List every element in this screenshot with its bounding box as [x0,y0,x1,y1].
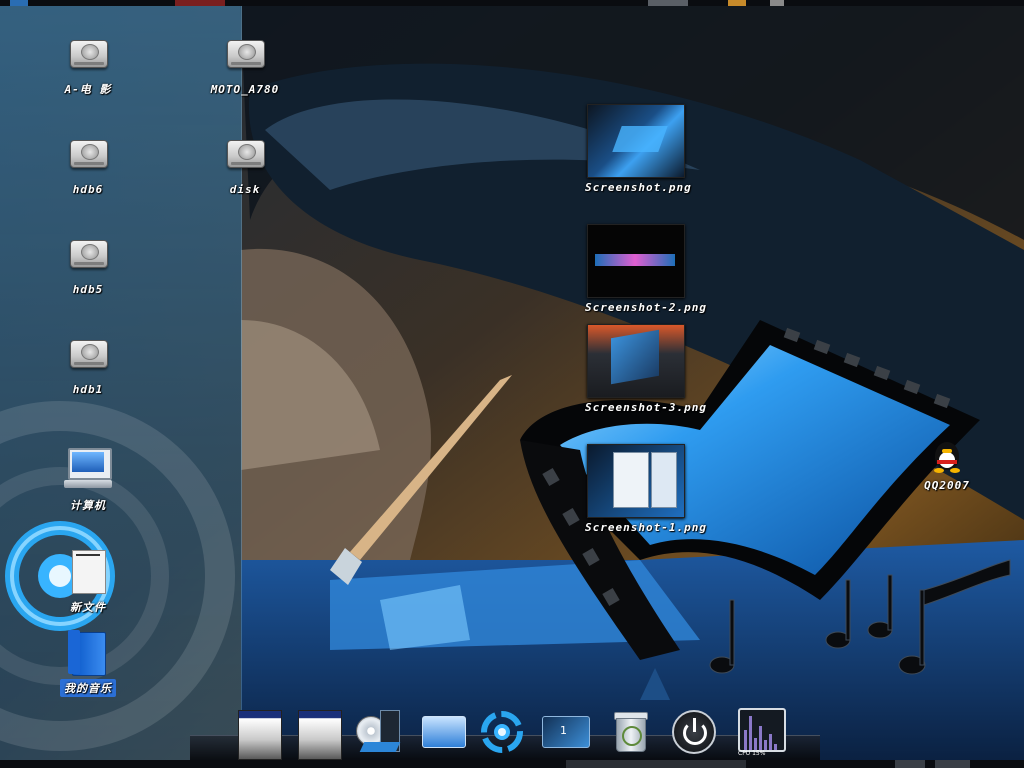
notification-icon[interactable] [728,0,746,6]
dock-window-thumbnail-1[interactable] [236,710,282,760]
hard-drive-icon [221,30,269,78]
image-thumbnail-icon [587,324,685,398]
desktop-icon-screenshot-1[interactable]: Screenshot-1.png [585,444,706,535]
icon-label: 新文件 [70,601,106,614]
hard-drive-icon [64,130,112,178]
desktop-icon-drive-hdb1[interactable]: hdb1 [38,330,138,397]
computer-icon [64,446,112,494]
workspace-number: 1 [560,724,567,737]
desktop-icon-drive-hdb5[interactable]: hdb5 [38,230,138,297]
icon-label: 我的音乐 [60,679,116,697]
desktop-icon-my-music[interactable]: 我的音乐 [38,628,138,697]
dock: 1 CPU 15% [230,700,800,760]
dock-media-player[interactable] [354,708,404,762]
icon-label: Screenshot.png [585,181,692,194]
cpu-graph-icon [738,708,786,752]
menu-icon[interactable] [10,0,28,6]
bottom-panel[interactable] [0,760,1024,768]
tray-icon[interactable] [648,0,688,6]
hard-drive-icon [221,130,269,178]
tray-icon[interactable] [895,760,925,768]
hard-drive-icon [64,330,112,378]
icon-label: A-电 影 [64,83,112,96]
icon-label: hdb5 [72,283,104,296]
image-thumbnail-icon [587,104,685,178]
tray-icon[interactable] [935,760,970,768]
icon-label: disk [229,183,261,196]
desktop-icon-drive-moto[interactable]: MOTO_A780 [195,30,295,97]
top-panel[interactable] [0,0,1024,6]
icon-label: hdb1 [72,383,104,396]
document-icon [64,548,112,596]
icon-label: 计算机 [70,499,106,512]
desktop-icon-computer[interactable]: 计算机 [38,446,138,513]
hard-drive-icon [64,230,112,278]
desktop-icon-screenshot[interactable]: Screenshot.png [585,104,691,195]
desktop-icon-new-file[interactable]: 新文件 [38,548,138,615]
desktop-icon [422,716,466,748]
window-icon [298,710,342,760]
dock-trash[interactable] [608,710,658,764]
desktop-icon-screenshot-2[interactable]: Screenshot-2.png [585,224,706,315]
taskbar-window-button[interactable] [566,760,746,768]
swirl-logo-icon [481,711,523,753]
icon-label: Screenshot-2.png [585,301,707,314]
window-icon [238,710,282,760]
image-thumbnail-icon [587,224,685,298]
icon-label: Screenshot-3.png [585,401,707,414]
icon-label: MOTO_A780 [210,83,280,96]
penguin-icon [931,440,963,474]
icon-label: Screenshot-1.png [585,521,707,534]
network-icon[interactable] [770,0,784,6]
applet-icon[interactable] [175,0,225,6]
desktop-icon-drive-disk[interactable]: disk [195,130,295,197]
folder-icon [64,628,112,676]
dock-launcher[interactable] [480,710,530,764]
desktop-icon-qq2007[interactable]: QQ2007 [897,440,997,493]
dock-cpu-monitor[interactable]: CPU 15% [736,708,786,762]
icon-label: QQ2007 [924,479,970,492]
hard-drive-icon [64,30,112,78]
image-thumbnail-icon [587,444,685,518]
icon-label: hdb6 [72,183,104,196]
cpu-label: CPU 15% [738,750,766,757]
dock-shutdown[interactable] [670,710,720,764]
dock-window-thumbnail-2[interactable] [296,710,342,760]
desktop-icon-drive-a-movies[interactable]: A-电 影 [38,30,138,97]
desktop-icon-screenshot-3[interactable]: Screenshot-3.png [585,324,706,415]
desktop-icon-drive-hdb6[interactable]: hdb6 [38,130,138,197]
power-icon [672,710,716,754]
